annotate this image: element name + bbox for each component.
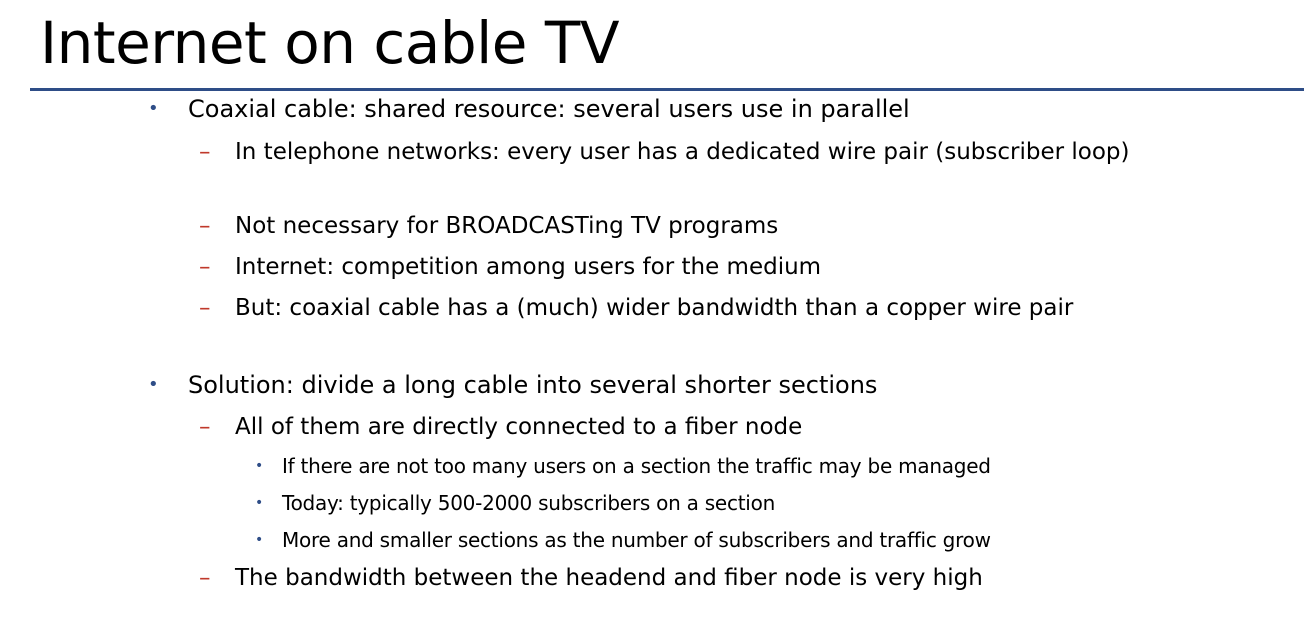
sub-bullet-text: Internet: competition among users for th… [235, 254, 822, 280]
sub-bullet-text: But: coaxial cable has a (much) wider ba… [235, 295, 1074, 321]
sub-bullet-item: – The bandwidth between the headend and … [199, 562, 1140, 594]
sub-sub-bullet-item: • More and smaller sections as the numbe… [255, 527, 1182, 553]
bullet-marker: • [148, 374, 159, 395]
bullet-item: • Coaxial cable: shared resource: severa… [148, 93, 1148, 125]
sub-bullet-item: – All of them are directly connected to … [199, 411, 1140, 443]
bullet-marker: • [255, 532, 264, 548]
sub-bullet-item: – Internet: competition among users for … [199, 251, 1140, 283]
sub-bullet-item: – In telephone networks: every user has … [199, 136, 1140, 168]
bullet-marker: • [255, 458, 264, 474]
sub-bullet-text: The bandwidth between the headend and fi… [235, 565, 983, 591]
sub-bullet-text: All of them are directly connected to a … [235, 414, 803, 440]
sub-sub-bullet-item: • If there are not too many users on a s… [255, 453, 1182, 479]
dash-marker: – [199, 139, 211, 165]
bullet-list: • Coaxial cable: shared resource: severa… [0, 0, 1304, 639]
sub-sub-bullet-text: If there are not too many users on a sec… [282, 454, 991, 478]
dash-marker: – [199, 565, 211, 591]
bullet-marker: • [255, 495, 264, 511]
bullet-text: Solution: divide a long cable into sever… [188, 371, 878, 399]
sub-bullet-text: In telephone networks: every user has a … [235, 139, 1130, 165]
bullet-text: Coaxial cable: shared resource: several … [188, 95, 910, 123]
sub-sub-bullet-text: More and smaller sections as the number … [282, 528, 991, 552]
dash-marker: – [199, 295, 211, 321]
sub-bullet-item: – But: coaxial cable has a (much) wider … [199, 292, 1140, 324]
sub-sub-bullet-item: • Today: typically 500-2000 subscribers … [255, 490, 1182, 516]
sub-bullet-item: – Not necessary for BROADCASTing TV prog… [199, 210, 1140, 242]
dash-marker: – [199, 414, 211, 440]
dash-marker: – [199, 254, 211, 280]
dash-marker: – [199, 213, 211, 239]
bullet-marker: • [148, 98, 159, 119]
bullet-item: • Solution: divide a long cable into sev… [148, 369, 1148, 401]
sub-sub-bullet-text: Today: typically 500-2000 subscribers on… [282, 491, 776, 515]
sub-bullet-text: Not necessary for BROADCASTing TV progra… [235, 213, 779, 239]
